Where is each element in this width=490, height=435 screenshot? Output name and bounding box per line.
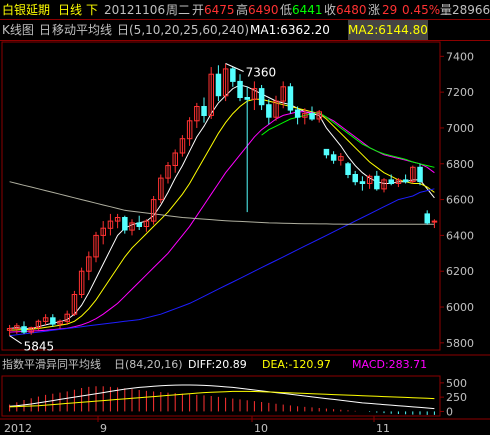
- price-axis-label: 7400: [446, 50, 474, 63]
- candle-body: [330, 154, 337, 161]
- macd-axis-label: 500: [446, 377, 467, 390]
- candle-body: [122, 217, 128, 231]
- macd-dea-line: [9, 390, 435, 408]
- candle-body: [388, 179, 394, 184]
- macd-indicator-bar: 指数平滑异同平均线 日 (84,20,16) DIFF:20.89 DEA:-1…: [0, 356, 490, 376]
- high-annotation: 7360: [246, 65, 277, 79]
- candle-body: [309, 113, 315, 120]
- moving-average-line: [9, 98, 435, 331]
- candle-body: [431, 220, 438, 223]
- candle-body: [417, 166, 423, 183]
- price-axis-label: 6600: [446, 194, 474, 207]
- moving-average-line: [9, 188, 435, 337]
- macd-axis-label: 250: [446, 391, 467, 404]
- low-pointer: [9, 335, 22, 345]
- candle-body: [215, 73, 222, 97]
- macd-params: (84,20,16): [125, 358, 183, 371]
- diff-value: DIFF:20.89: [188, 358, 247, 371]
- macd-params-box[interactable]: 日: [114, 356, 125, 374]
- macd-axis-label: 0: [446, 405, 453, 418]
- macd-value: MACD:283.71: [352, 358, 428, 371]
- candle-body: [50, 317, 56, 325]
- moving-average-line: [9, 84, 435, 330]
- candle-body: [345, 163, 351, 176]
- candle-body: [352, 174, 358, 183]
- dea-value: DEA:-120.97: [262, 358, 331, 371]
- time-axis-label: 9: [100, 422, 107, 435]
- price-axis-label: 7200: [446, 86, 474, 99]
- candle-body: [374, 175, 380, 190]
- candle-body: [201, 106, 207, 116]
- price-axis-label: 5800: [446, 337, 474, 350]
- candle-body: [359, 181, 366, 184]
- moving-average-line: [9, 111, 435, 333]
- candle-body: [258, 88, 265, 106]
- price-axis-label: 7000: [446, 122, 474, 135]
- moving-average-line: [9, 181, 435, 225]
- price-axis-label: 6400: [446, 229, 474, 242]
- candle-body: [287, 86, 294, 111]
- price-axis-label: 6000: [446, 301, 474, 314]
- time-axis-label: 11: [376, 422, 390, 435]
- candle-body: [323, 148, 330, 156]
- candle-body: [294, 109, 301, 118]
- candle-body: [402, 179, 409, 183]
- candle-body: [244, 97, 250, 100]
- candle-body: [21, 326, 27, 333]
- candle-body: [266, 104, 272, 118]
- macd-title: 指数平滑异同平均线: [2, 358, 101, 371]
- time-axis-label: 10: [254, 422, 268, 435]
- macd-diff-line: [9, 384, 435, 410]
- candle-body: [136, 222, 142, 227]
- candle-body: [230, 68, 236, 82]
- time-axis-label: 2012: [4, 422, 32, 435]
- price-axis-label: 6200: [446, 265, 474, 278]
- low-annotation: 5845: [24, 340, 55, 354]
- candle-body: [424, 213, 430, 224]
- price-axis-label: 6800: [446, 158, 474, 171]
- candle-body: [237, 80, 243, 99]
